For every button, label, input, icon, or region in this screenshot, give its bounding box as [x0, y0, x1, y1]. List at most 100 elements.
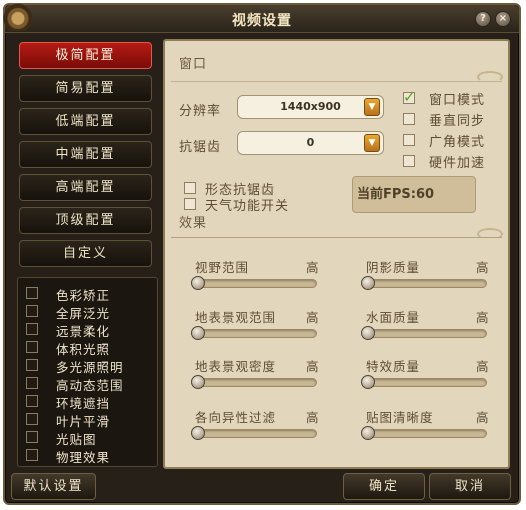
vsync-checkbox[interactable] [403, 113, 415, 125]
checkbox[interactable] [26, 341, 38, 353]
effects-quality-slider[interactable] [361, 375, 487, 389]
slider-high-label: 高 [306, 410, 319, 425]
slider-label: 贴图清晰度 [366, 410, 434, 425]
effect-item[interactable]: 物理效果 [26, 447, 154, 465]
terrain-density-slider[interactable] [191, 375, 317, 389]
effects-list: 色彩矫正 全屏泛光 远景柔化 体积光照 多光源照明 高动态范围 环境遮挡 叶片平… [17, 277, 158, 467]
checkbox[interactable] [26, 449, 38, 461]
effect-item[interactable]: 多光源照明 [26, 357, 154, 375]
preset-custom-button[interactable]: 自定义 [19, 240, 152, 267]
preset-simple-button[interactable]: 简易配置 [19, 75, 152, 102]
effect-item[interactable]: 色彩矫正 [26, 285, 154, 303]
preset-minimal-button[interactable]: 极简配置 [19, 42, 152, 69]
preset-mid-button[interactable]: 中端配置 [19, 141, 152, 168]
antialias-value: 0 [306, 136, 315, 149]
checkbox[interactable] [26, 431, 38, 443]
morph-aa-checkbox[interactable] [184, 182, 196, 194]
widescreen-checkbox[interactable] [403, 134, 415, 146]
effect-label: 物理效果 [56, 450, 111, 465]
hw-accel-checkbox[interactable] [403, 155, 415, 167]
vsync-label: 垂直同步 [429, 114, 486, 129]
preset-column: 极简配置 简易配置 低端配置 中端配置 高端配置 顶级配置 自定义 色彩矫正 全… [15, 39, 158, 469]
window-title: 视频设置 [232, 13, 292, 29]
effect-label: 叶片平滑 [56, 414, 111, 429]
slider-high-label: 高 [306, 310, 319, 325]
antialias-select[interactable]: 0 ▼ [237, 131, 384, 155]
ornament-icon [477, 228, 503, 240]
terrain-range-slider[interactable] [191, 326, 317, 340]
effect-item[interactable]: 全屏泛光 [26, 303, 154, 321]
slider-label: 地表景观密度 [195, 359, 277, 374]
slider-high-label: 高 [476, 260, 489, 275]
divider [171, 237, 502, 238]
divider [171, 81, 502, 82]
effect-item[interactable]: 体积光照 [26, 339, 154, 357]
slider-label: 地表景观范围 [195, 310, 277, 325]
resolution-select[interactable]: 1440x900 ▼ [237, 95, 384, 119]
slider-knob[interactable] [191, 276, 205, 290]
slider-high-label: 高 [476, 410, 489, 425]
slider-label: 各向异性过滤 [195, 410, 277, 425]
checkbox[interactable] [26, 413, 38, 425]
slider-high-label: 高 [476, 310, 489, 325]
checkbox[interactable] [26, 323, 38, 335]
double-chevron-down-icon[interactable]: ▼ [364, 134, 380, 152]
default-settings-button[interactable]: 默认设置 [11, 473, 96, 500]
double-chevron-down-icon[interactable]: ▼ [364, 98, 380, 116]
effect-item[interactable]: 光贴图 [26, 429, 154, 447]
video-settings-window: 视频设置 ? × 极简配置 简易配置 低端配置 中端配置 高端配置 顶级配置 自… [3, 3, 521, 505]
effect-item[interactable]: 叶片平滑 [26, 411, 154, 429]
effect-label: 全屏泛光 [56, 306, 111, 321]
weather-label: 天气功能开关 [205, 199, 290, 214]
slider-knob[interactable] [361, 326, 375, 340]
slider-knob[interactable] [361, 276, 375, 290]
slider-knob[interactable] [361, 426, 375, 440]
checkbox[interactable] [26, 305, 38, 317]
effect-label: 体积光照 [56, 342, 111, 357]
effect-label: 多光源照明 [56, 360, 124, 375]
close-icon[interactable]: × [495, 11, 511, 27]
checkbox[interactable] [26, 359, 38, 371]
texture-clarity-slider[interactable] [361, 426, 487, 440]
slider-high-label: 高 [476, 359, 489, 374]
title-bar[interactable]: 视频设置 ? × [3, 3, 519, 33]
checkbox[interactable] [26, 395, 38, 407]
effect-label: 色彩矫正 [56, 288, 111, 303]
slider-high-label: 高 [306, 260, 319, 275]
shadow-quality-slider[interactable] [361, 276, 487, 290]
slider-knob[interactable] [191, 375, 205, 389]
checkbox[interactable] [26, 377, 38, 389]
window-mode-checkbox[interactable]: ✓ [403, 88, 416, 106]
view-range-slider[interactable] [191, 276, 317, 290]
settings-panel: 窗口 分辨率 1440x900 ▼ 抗锯齿 0 ▼ ✓ 窗口模式 垂直同步 广角… [163, 39, 510, 469]
weather-checkbox[interactable] [184, 198, 196, 210]
resolution-label: 分辨率 [179, 104, 222, 119]
preset-low-button[interactable]: 低端配置 [19, 108, 152, 135]
help-icon[interactable]: ? [475, 11, 491, 27]
effect-item[interactable]: 环境遮挡 [26, 393, 154, 411]
cancel-button[interactable]: 取消 [429, 473, 511, 500]
ok-button[interactable]: 确定 [343, 473, 425, 500]
effect-item[interactable]: 高动态范围 [26, 375, 154, 393]
slider-label: 特效质量 [366, 359, 421, 374]
anisotropic-filter-slider[interactable] [191, 426, 317, 440]
preset-top-button[interactable]: 顶级配置 [19, 207, 152, 234]
fps-display: 当前FPS:60 [352, 176, 476, 213]
slider-knob[interactable] [191, 326, 205, 340]
slider-knob[interactable] [361, 375, 375, 389]
effect-item[interactable]: 远景柔化 [26, 321, 154, 339]
slider-label: 阴影质量 [366, 260, 421, 275]
window-section-title: 窗口 [179, 57, 208, 72]
antialias-label: 抗锯齿 [179, 140, 222, 155]
effect-label: 远景柔化 [56, 324, 111, 339]
checkmark-icon: ✓ [403, 88, 416, 106]
slider-knob[interactable] [191, 426, 205, 440]
effect-label: 高动态范围 [56, 378, 124, 393]
effect-label: 环境遮挡 [56, 396, 111, 411]
water-quality-slider[interactable] [361, 326, 487, 340]
effects-section-title: 效果 [179, 216, 208, 231]
widescreen-label: 广角模式 [429, 135, 486, 150]
preset-high-button[interactable]: 高端配置 [19, 174, 152, 201]
effect-label: 光贴图 [56, 432, 97, 447]
checkbox[interactable] [26, 287, 38, 299]
